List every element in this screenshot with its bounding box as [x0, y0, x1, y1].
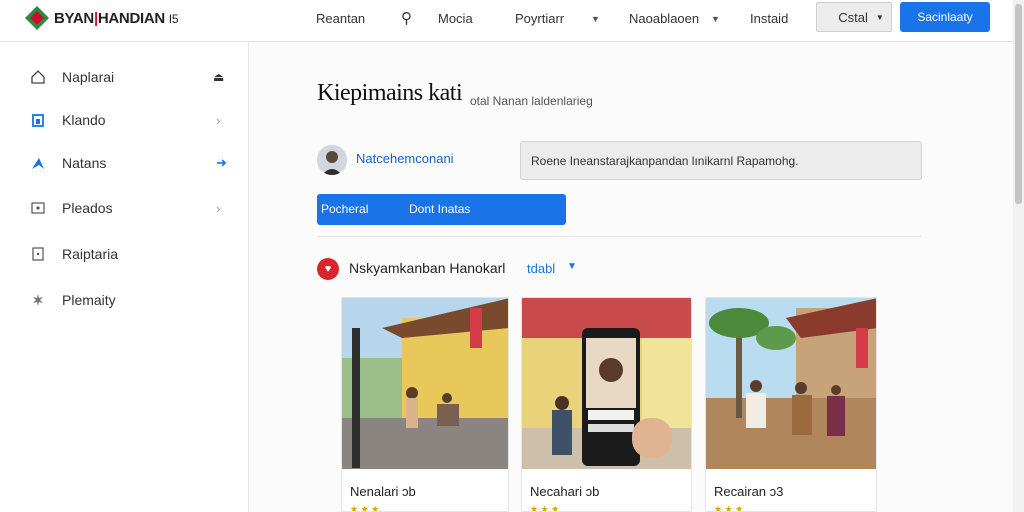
sidebar-item-raiptaria[interactable]: Raiptaria: [0, 237, 249, 271]
sidebar-item-pleados[interactable]: Pleados ›: [0, 191, 249, 225]
chevron-down-icon: ▼: [875, 12, 884, 22]
scrollbar-thumb[interactable]: [1015, 4, 1022, 204]
card-label: Recairan ɔ3: [714, 484, 784, 499]
message-input[interactable]: Roene Ineanstarajkanpandan lınikarnl Rap…: [520, 141, 922, 180]
page-subtitle: otal Nanan laldenlarieg: [470, 94, 593, 108]
rating-stars-icon: ★ ★ ★: [350, 504, 380, 512]
sidebar-item-label: Natans: [62, 155, 107, 171]
arrow-right-icon: ➜: [216, 155, 227, 170]
heart-icon: ♥: [317, 258, 339, 280]
card-label: Nenalari ɔb: [350, 484, 416, 499]
eject-icon[interactable]: ⏏: [213, 70, 224, 84]
top-bar: BYAN|HANDIAN I5 Reantan ⚲ Mocia Poyrtiar…: [0, 0, 1024, 42]
sidebar-item-label: Klando: [62, 112, 106, 128]
nav-item-instaid[interactable]: Instaid: [750, 10, 788, 28]
logo-text: BYAN|HANDIAN I5: [54, 9, 179, 27]
sidebar-item-klando[interactable]: Klando ›: [0, 103, 249, 137]
sidebar-item-plemaity[interactable]: Plemaity: [0, 283, 249, 317]
sidebar-item-label: Naplarai: [62, 69, 115, 85]
settings-icon: [30, 292, 46, 308]
sidebar-item-label: Plemaity: [62, 292, 116, 308]
nav-item-mocia[interactable]: Mocia: [438, 10, 473, 28]
photo-card[interactable]: Recairan ɔ3 ★ ★ ★: [705, 297, 877, 512]
logo-mark-icon: [24, 5, 50, 31]
sidebar-item-label: Pleados: [62, 200, 113, 216]
user-name-link[interactable]: Natcehemconani: [356, 151, 454, 166]
chevron-right-icon: ›: [216, 200, 221, 216]
section-link[interactable]: tdabl: [527, 261, 555, 276]
chevron-right-icon: ›: [216, 112, 221, 128]
calendar-icon: [30, 246, 46, 262]
tab-bar: Pocheral Dont Inatas: [317, 194, 566, 225]
nav-item-reantan[interactable]: Reantan: [316, 10, 365, 28]
nav-item-naoablaoen[interactable]: Naoablaoen: [629, 10, 699, 28]
primary-action-button[interactable]: Sacinlaaty: [900, 2, 990, 32]
home-icon: [30, 69, 46, 85]
photo-card[interactable]: Nenalari ɔb ★ ★ ★: [341, 297, 509, 512]
cstal-label: Cstal: [838, 9, 868, 25]
search-icon[interactable]: ⚲: [401, 10, 412, 28]
card-photo: [522, 298, 691, 469]
bookmark-icon: [30, 112, 46, 128]
brand-logo[interactable]: BYAN|HANDIAN I5: [24, 4, 204, 32]
cstal-dropdown-button[interactable]: Cstal ▼: [816, 2, 892, 32]
avatar[interactable]: [317, 145, 347, 175]
page-title: Kiepimains kati: [317, 80, 463, 106]
sidebar-item-naplarai[interactable]: Naplarai ⏏: [0, 60, 249, 94]
chevron-down-icon[interactable]: ▼: [591, 10, 600, 28]
send-icon: [30, 155, 46, 171]
card-photo: [342, 298, 508, 469]
nav-item-poyrtiarr[interactable]: Poyrtiarr: [515, 10, 564, 28]
chevron-down-icon[interactable]: ▼: [567, 261, 577, 272]
sidebar-item-label: Raiptaria: [62, 246, 119, 262]
card-label: Necahari ɔb: [530, 484, 600, 499]
sidebar-item-natans[interactable]: Natans ➜: [0, 146, 249, 180]
rating-stars-icon: ★ ★ ★: [714, 504, 744, 512]
divider: [317, 236, 921, 237]
rating-stars-icon: ★ ★ ★: [530, 504, 560, 512]
tab-dont-inatas[interactable]: Dont Inatas: [409, 202, 470, 216]
chevron-down-icon[interactable]: ▼: [711, 10, 720, 28]
tab-pocheral[interactable]: Pocheral: [321, 202, 368, 216]
section-title: Nskyamkanban Hanokarl: [349, 260, 506, 276]
photo-card[interactable]: Necahari ɔb ★ ★ ★: [521, 297, 692, 512]
card-photo: [706, 298, 876, 469]
image-icon: [30, 200, 46, 216]
sidebar: Naplarai ⏏ Klando › Natans ➜ Pleados › R…: [0, 42, 249, 512]
